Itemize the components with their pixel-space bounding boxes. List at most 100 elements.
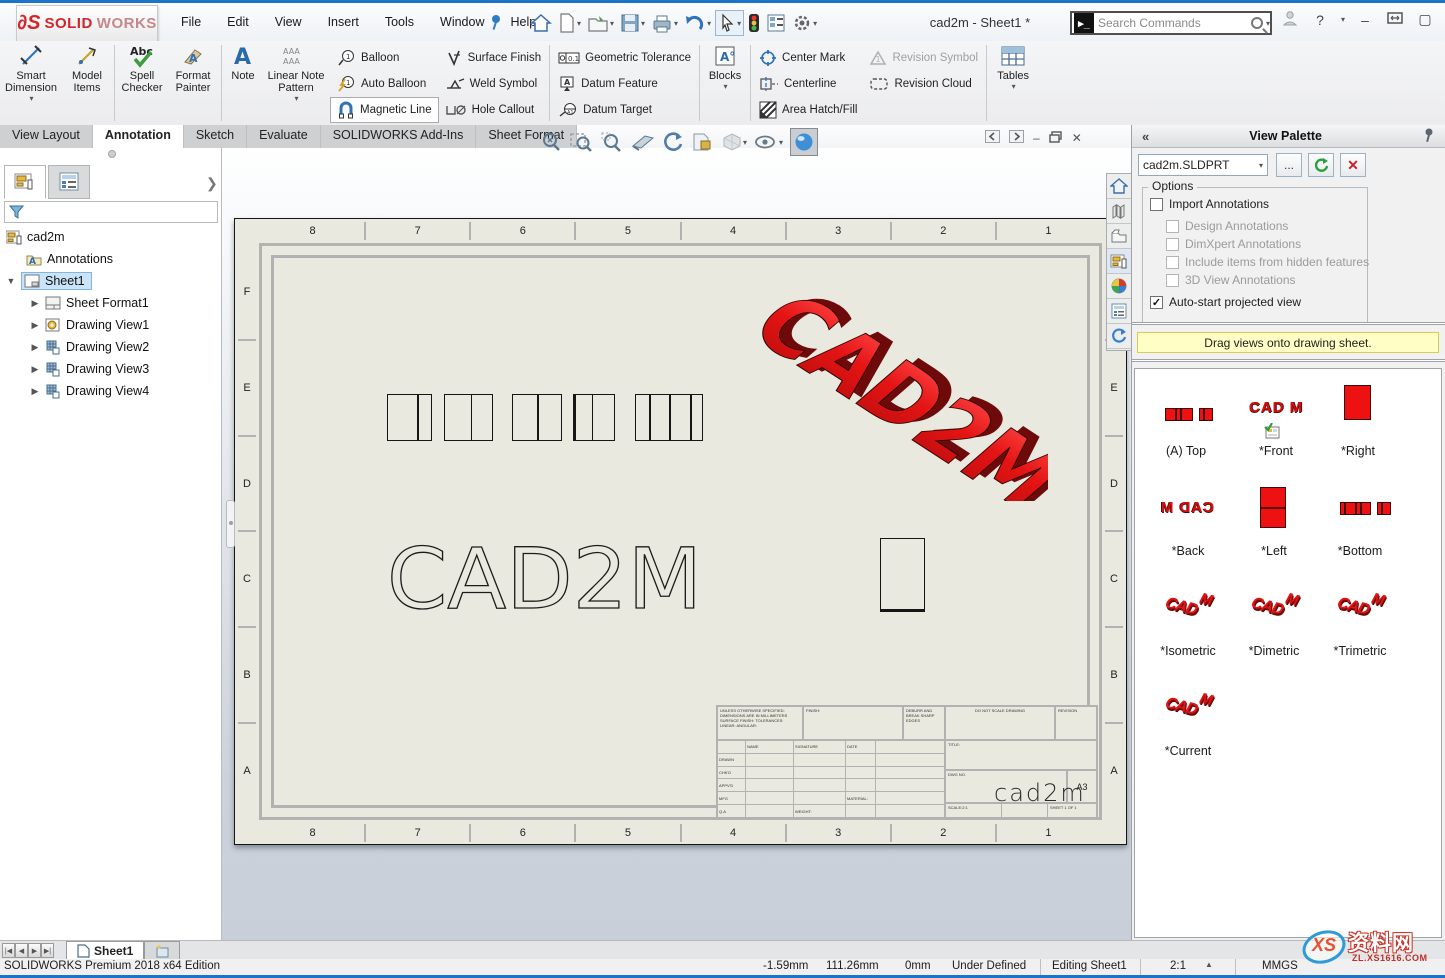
tree-drawing-view3[interactable]: ▶ Drawing View3 xyxy=(2,358,220,380)
smart-dimension-button[interactable]: Smart Dimension▾ xyxy=(0,41,62,125)
tree-sheet1[interactable]: ▼ Sheet1 xyxy=(2,270,220,292)
tree-drawing-view4[interactable]: ▶ Drawing View4 xyxy=(2,380,220,402)
section-view-icon[interactable] xyxy=(631,132,655,152)
tree-annotations[interactable]: A Annotations xyxy=(2,248,220,270)
status-scale[interactable]: 2:1 xyxy=(1170,960,1186,972)
browse-document-button[interactable]: ... xyxy=(1276,153,1302,177)
doc-minimize-button[interactable]: – xyxy=(1033,131,1040,145)
display-style-icon[interactable]: ▾ xyxy=(722,132,747,152)
pane-right-button[interactable] xyxy=(1009,130,1024,146)
help-button[interactable]: ? xyxy=(1310,12,1330,28)
menu-file[interactable]: File xyxy=(172,12,210,34)
note-button[interactable]: A Note xyxy=(224,41,262,125)
drawing-view-right[interactable] xyxy=(880,538,925,612)
refresh-palette-button[interactable] xyxy=(1308,153,1334,177)
thumb-current-view[interactable]: CADM xyxy=(1149,687,1225,727)
collapse-panel-icon[interactable]: « xyxy=(1142,129,1149,144)
tree-drawing-view1[interactable]: ▶ Drawing View1 xyxy=(2,314,220,336)
thumb-left-view[interactable] xyxy=(1260,487,1286,528)
doc-restore-button[interactable] xyxy=(1049,131,1063,146)
tree-root-cad2m[interactable]: cad2m xyxy=(2,226,220,248)
zoom-to-fit-icon[interactable] xyxy=(540,131,562,153)
file-explorer-icon[interactable] xyxy=(1107,224,1131,249)
spell-checker-button[interactable]: Abc Spell Checker xyxy=(117,41,167,125)
undo-button[interactable]: ▾ xyxy=(682,11,713,35)
auto-balloon-button[interactable]: 1 Auto Balloon xyxy=(330,71,439,97)
design-library-icon[interactable] xyxy=(1107,199,1131,224)
panel-expand-chevron[interactable]: ❯ xyxy=(206,175,218,192)
menu-edit[interactable]: Edit xyxy=(218,12,258,34)
sheet1-tab[interactable]: Sheet1 xyxy=(66,941,144,959)
weld-symbol-button[interactable]: Weld Symbol xyxy=(439,71,548,97)
zoom-previous-icon[interactable] xyxy=(600,131,624,153)
linear-note-pattern-button[interactable]: AAAAAA Linear Note Pattern▾ xyxy=(262,41,330,125)
user-account-icon[interactable] xyxy=(1280,10,1300,29)
add-sheet-tab[interactable] xyxy=(144,941,180,959)
drawing-view-top[interactable] xyxy=(387,394,707,441)
drawing-view-front[interactable]: CAD2M xyxy=(383,528,718,623)
thumb-top-view[interactable] xyxy=(1149,401,1229,427)
save-button[interactable]: ▾ xyxy=(618,11,647,35)
minimize-button[interactable]: – xyxy=(1355,12,1375,28)
option-import-annotations[interactable]: Import Annotations xyxy=(1150,197,1269,211)
doc-close-button[interactable]: ✕ xyxy=(1072,131,1082,145)
search-options-caret[interactable]: ▾ xyxy=(1266,19,1270,28)
menu-insert[interactable]: Insert xyxy=(319,12,368,34)
tab-evaluate[interactable]: Evaluate xyxy=(247,125,321,148)
search-commands-box[interactable]: ▸_ Search Commands ▾ xyxy=(1070,11,1272,35)
custom-properties-icon[interactable] xyxy=(1107,299,1131,324)
tables-button[interactable]: Tables▾ xyxy=(989,41,1037,125)
balloon-button[interactable]: 1 Balloon xyxy=(330,45,439,71)
nav-last-button[interactable]: ▶| xyxy=(41,943,54,958)
drawing-view-isometric[interactable]: CAD2M CAD2M xyxy=(748,266,1048,501)
view-settings-icon[interactable] xyxy=(790,128,818,156)
tree-filter-input[interactable] xyxy=(4,201,218,223)
pin-panel-icon[interactable] xyxy=(1422,127,1436,146)
home-tab-icon[interactable] xyxy=(1107,174,1131,199)
new-document-button[interactable]: ▾ xyxy=(556,11,583,35)
palette-document-select[interactable]: cad2m.SLDPRT▾ xyxy=(1138,154,1268,176)
nav-first-button[interactable]: |◀ xyxy=(2,943,15,958)
tab-feature-tree-icon[interactable] xyxy=(4,165,46,199)
surface-finish-button[interactable]: Surface Finish xyxy=(439,45,548,71)
menu-view[interactable]: View xyxy=(266,12,311,34)
select-button[interactable]: ▾ xyxy=(715,10,744,36)
datum-feature-button[interactable]: A Datum Feature xyxy=(552,71,697,97)
maximize-button[interactable]: ▢ xyxy=(1415,11,1435,28)
hide-show-items-icon[interactable]: ▾ xyxy=(754,133,783,151)
view-palette-tab-icon[interactable] xyxy=(1107,249,1131,274)
revision-symbol-button[interactable]: 1 Revision Symbol xyxy=(863,45,984,71)
panel-splitter-dot[interactable] xyxy=(108,150,116,158)
search-scope-icon[interactable]: ▸_ xyxy=(1074,13,1094,33)
revision-cloud-button[interactable]: Revision Cloud xyxy=(863,71,984,97)
search-icon[interactable] xyxy=(1251,17,1263,29)
close-palette-button[interactable]: ✕ xyxy=(1340,153,1366,177)
thumb-dimetric-view[interactable]: CADM xyxy=(1235,587,1311,627)
tab-view-layout[interactable]: View Layout xyxy=(0,125,93,148)
center-mark-button[interactable]: Center Mark xyxy=(753,45,863,71)
print-button[interactable]: ▾ xyxy=(649,11,680,35)
thumb-front-view[interactable]: CAD M xyxy=(1237,394,1315,420)
settings-gear-icon[interactable]: ▾ xyxy=(790,11,819,35)
tab-property-manager-icon[interactable] xyxy=(48,165,90,199)
area-hatch-button[interactable]: Area Hatch/Fill xyxy=(753,97,863,123)
tab-solidworks-addins[interactable]: SOLIDWORKS Add-Ins xyxy=(321,125,477,148)
home-button[interactable] xyxy=(528,11,554,35)
tree-drawing-view2[interactable]: ▶ Drawing View2 xyxy=(2,336,220,358)
thumb-back-view[interactable]: CAD M xyxy=(1145,494,1229,520)
thumb-right-view[interactable] xyxy=(1344,385,1371,420)
restore-panes-button[interactable] xyxy=(1385,11,1405,28)
tree-sheet-format1[interactable]: ▶ Sheet Format1 xyxy=(2,292,220,314)
pane-left-button[interactable] xyxy=(985,130,1000,146)
help-caret[interactable]: ▾ xyxy=(1341,15,1345,24)
search-input[interactable]: Search Commands xyxy=(1098,16,1251,30)
thumb-trimetric-view[interactable]: CADM xyxy=(1321,587,1397,627)
options-list-icon[interactable] xyxy=(764,11,788,35)
magnetic-line-button[interactable]: Magnetic Line xyxy=(330,97,439,123)
palette-splitter2[interactable] xyxy=(1132,359,1445,362)
rotate-view-icon[interactable] xyxy=(662,131,684,153)
nav-prev-button[interactable]: ◀ xyxy=(15,943,28,958)
interference-traffic-light-icon[interactable] xyxy=(746,11,762,35)
tab-sketch[interactable]: Sketch xyxy=(184,125,247,148)
tab-annotation[interactable]: Annotation xyxy=(93,125,184,148)
